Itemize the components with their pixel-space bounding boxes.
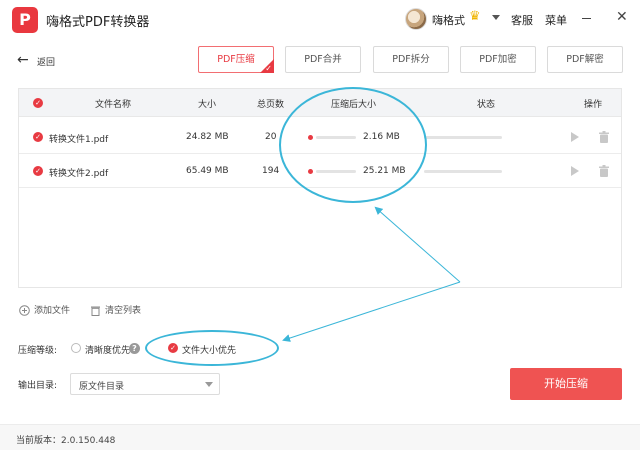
trash-icon xyxy=(91,306,100,316)
back-label: 返回 xyxy=(37,58,56,68)
header-file-name: 文件名称 xyxy=(95,100,132,110)
header-actions: 操作 xyxy=(584,100,603,110)
tab-pdf-decrypt[interactable]: PDF解密 xyxy=(547,46,623,73)
help-icon[interactable]: ? xyxy=(129,343,140,354)
status-progress-bar xyxy=(424,170,502,173)
tab-pdf-compress[interactable]: PDF压缩 ✓ xyxy=(198,46,274,73)
check-icon: ✓ xyxy=(265,64,272,73)
tab-pdf-merge[interactable]: PDF合并 xyxy=(285,46,361,73)
trash-icon[interactable] xyxy=(599,131,609,143)
add-circle-icon xyxy=(19,305,30,316)
username[interactable]: 嗨格式 xyxy=(432,12,465,28)
tab-label: PDF拆分 xyxy=(392,54,430,65)
file-size: 24.82 MB xyxy=(186,132,229,142)
trash-icon[interactable] xyxy=(599,165,609,177)
select-all-checkbox[interactable]: ✓ xyxy=(33,98,43,108)
play-icon[interactable] xyxy=(571,132,579,142)
status-progress-bar xyxy=(424,136,502,139)
minimize-icon[interactable] xyxy=(582,18,591,19)
avatar[interactable] xyxy=(405,8,427,30)
header-status: 状态 xyxy=(477,100,496,110)
header-size: 大小 xyxy=(198,100,217,110)
tab-label: PDF压缩 xyxy=(217,54,255,65)
tab-pdf-encrypt[interactable]: PDF加密 xyxy=(460,46,536,73)
output-dir-label: 输出目录: xyxy=(18,381,58,391)
menu-button[interactable]: 菜单 xyxy=(545,12,567,28)
user-dropdown-icon[interactable] xyxy=(492,15,500,20)
clear-list-label: 清空列表 xyxy=(105,306,142,316)
header-pages: 总页数 xyxy=(257,100,285,110)
tab-label: PDF加密 xyxy=(479,54,517,65)
file-name: 转换文件2.pdf xyxy=(49,169,109,179)
tab-pdf-split[interactable]: PDF拆分 xyxy=(373,46,449,73)
radio-size-priority[interactable]: ✓ xyxy=(168,343,178,353)
annotation-circle xyxy=(279,87,427,203)
compression-level-label: 压缩等级: xyxy=(18,346,58,356)
play-icon[interactable] xyxy=(571,166,579,176)
file-name: 转换文件1.pdf xyxy=(49,135,109,145)
page-count: 20 xyxy=(265,132,277,142)
status-bar: 当前版本：2.0.150.448 xyxy=(0,424,640,450)
file-size: 65.49 MB xyxy=(186,166,229,176)
tab-label: PDF解密 xyxy=(566,54,604,65)
back-arrow-icon: ← xyxy=(17,52,29,68)
output-dir-select[interactable]: 原文件目录 xyxy=(70,373,220,395)
output-dir-value: 原文件目录 xyxy=(79,382,125,392)
title-bar: P 嗨格式PDF转换器 嗨格式 ♛ 客服 菜单 ✕ xyxy=(0,0,640,38)
option-clarity-priority-label[interactable]: 清晰度优先 xyxy=(85,343,130,356)
row-checkbox[interactable]: ✓ xyxy=(33,132,43,142)
version-text: 当前版本：2.0.150.448 xyxy=(16,436,116,446)
tab-label: PDF合并 xyxy=(304,54,342,65)
close-icon[interactable]: ✕ xyxy=(616,9,628,25)
chevron-down-icon xyxy=(205,382,213,387)
annotation-arrow xyxy=(282,281,461,342)
row-checkbox[interactable]: ✓ xyxy=(33,166,43,176)
service-button[interactable]: 客服 xyxy=(511,12,533,28)
radio-clarity-priority[interactable] xyxy=(71,343,81,353)
crown-icon: ♛ xyxy=(469,9,481,24)
app-title: 嗨格式PDF转换器 xyxy=(46,15,150,30)
add-file-label: 添加文件 xyxy=(34,306,71,316)
app-logo: P xyxy=(12,7,38,33)
option-size-priority-label[interactable]: 文件大小优先 xyxy=(182,343,236,356)
page-count: 194 xyxy=(262,166,280,176)
start-compress-button[interactable]: 开始压缩 xyxy=(510,368,622,400)
